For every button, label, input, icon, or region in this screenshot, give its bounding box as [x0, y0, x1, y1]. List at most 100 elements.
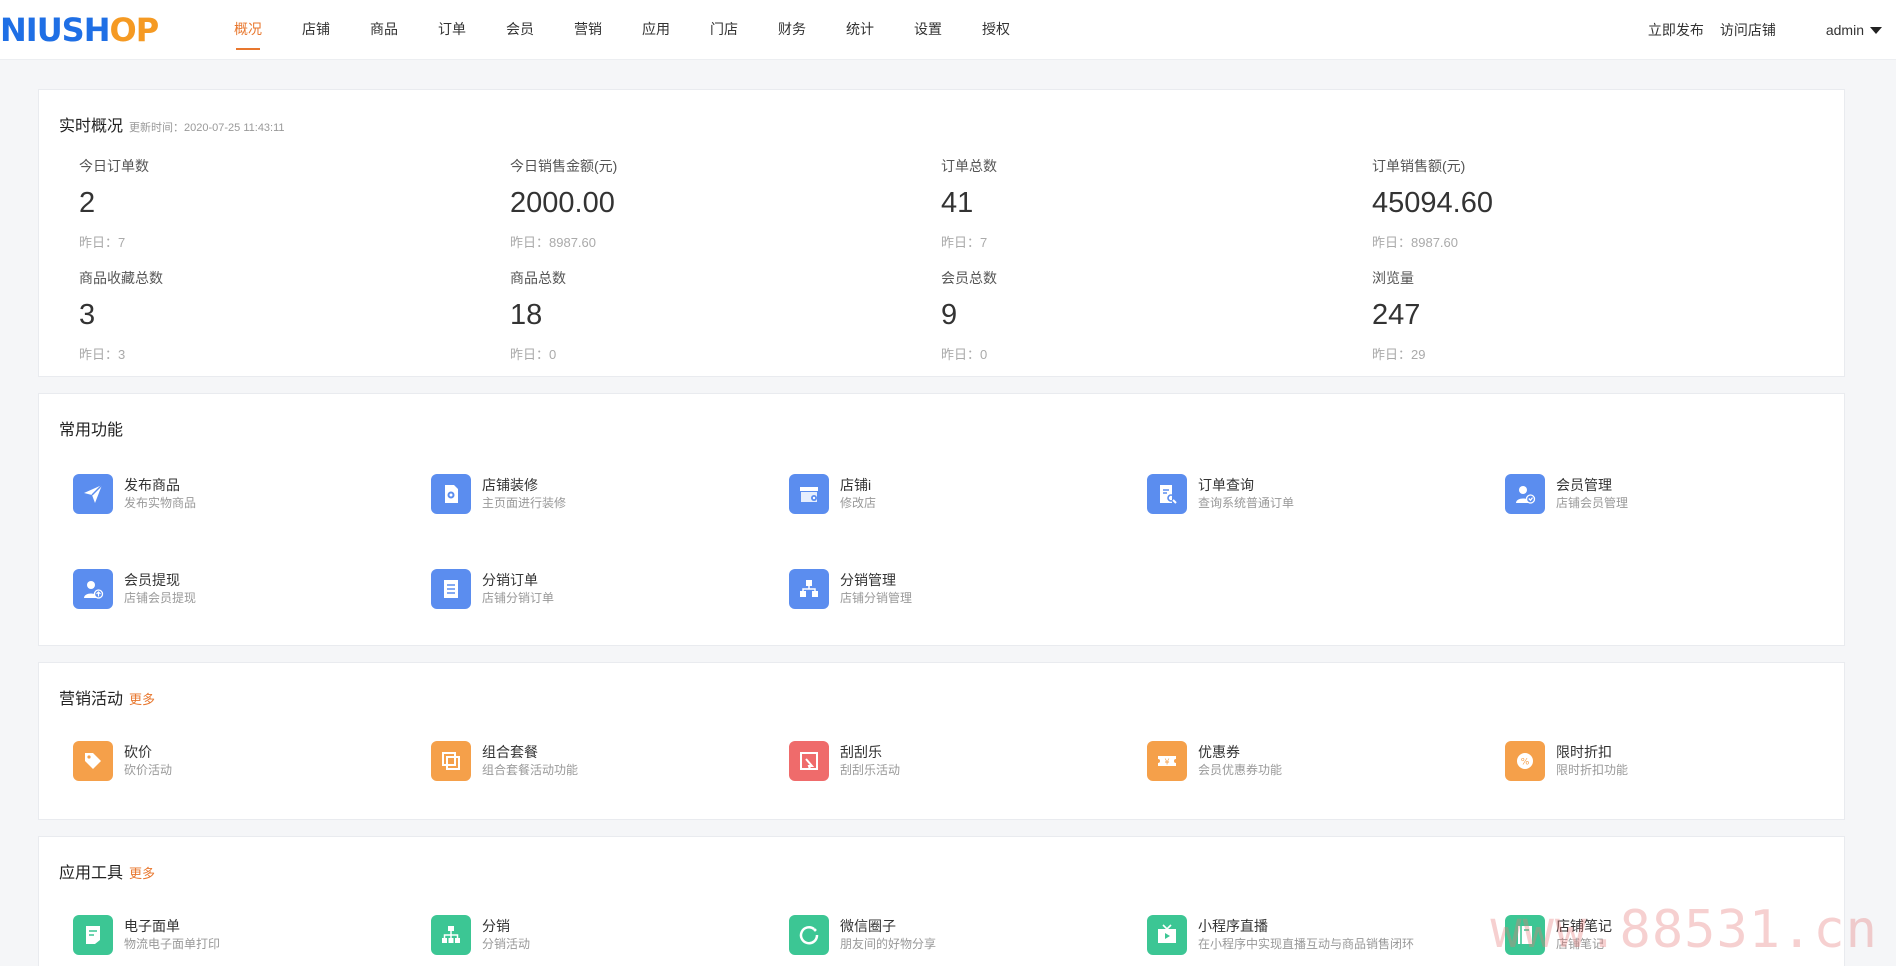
- app-tools-panel: 应用工具 更多 电子面单物流电子面单打印 分销 分销活动 微信圈子 朋友间的好物分享…: [38, 836, 1845, 966]
- panel-title-text: 常用功能: [59, 422, 124, 439]
- update-time-value: 2020-07-25 11:43:11: [184, 122, 285, 134]
- shop-decoration-item[interactable]: 店铺装修主页面进行装修: [431, 472, 731, 516]
- item-desc: 会员优惠券功能: [1198, 763, 1283, 777]
- caret-down-icon: [1870, 26, 1882, 34]
- item-desc: 店铺分销管理: [840, 591, 913, 605]
- stat-total-members: 会员总数 9 昨日：0: [941, 268, 1271, 363]
- stat-yesterday: 昨日：8987.60: [510, 235, 596, 250]
- stat-order-sales: 订单销售额(元) 45094.60 昨日：8987.60: [1372, 156, 1702, 251]
- item-desc: 砍价活动: [124, 763, 173, 777]
- stat-yesterday: 昨日：0: [941, 347, 988, 362]
- notebook-icon: [1505, 915, 1545, 955]
- nav-finance[interactable]: 财务: [758, 0, 826, 60]
- stat-yesterday: 昨日：3: [79, 347, 126, 362]
- live-tv-icon: [1147, 915, 1187, 955]
- waybill-item[interactable]: 电子面单物流电子面单打印: [73, 913, 373, 957]
- item-title: 店铺装修: [482, 477, 538, 493]
- discount-icon: %: [1505, 741, 1545, 781]
- panel-title-text: 应用工具: [59, 865, 124, 882]
- item-desc: 分销活动: [482, 937, 531, 951]
- mini-program-live-item[interactable]: 小程序直播 在小程序中实现直播互动与商品销售闭环: [1147, 913, 1447, 957]
- update-time-label: 更新时间：: [129, 122, 185, 134]
- shop-settings-item[interactable]: 店铺i 修改店: [789, 472, 1089, 516]
- circle-icon: [789, 915, 829, 955]
- stat-total-orders: 订单总数 41 昨日：7: [941, 156, 1271, 251]
- member-management-item[interactable]: 会员管理 店铺会员管理: [1505, 472, 1805, 516]
- user-menu[interactable]: admin: [1826, 22, 1882, 38]
- stat-yesterday: 昨日：29: [1372, 347, 1426, 362]
- distribution-icon: [789, 569, 829, 609]
- scratch-card-item[interactable]: 刮刮乐 刮刮乐活动: [789, 739, 1089, 783]
- order-search-icon: [1147, 474, 1187, 514]
- stat-today-orders: 今日订单数 2 昨日：7: [79, 156, 409, 251]
- panel-title-text: 营销活动: [59, 691, 124, 708]
- item-title: 限时折扣: [1556, 744, 1612, 760]
- item-title: 发布商品: [124, 477, 180, 493]
- distribution-app-item[interactable]: 分销 分销活动: [431, 913, 731, 957]
- marketing-title: 营销活动 更多: [59, 685, 155, 709]
- item-desc: 修改店: [840, 496, 877, 510]
- item-title: 组合套餐: [482, 744, 538, 760]
- stat-value: 247: [1372, 299, 1421, 331]
- wechat-circle-item[interactable]: 微信圈子 朋友间的好物分享: [789, 913, 1089, 957]
- stat-label: 商品收藏总数: [79, 270, 163, 286]
- stat-yesterday: 昨日：8987.60: [1372, 235, 1458, 250]
- nav-orders[interactable]: 订单: [418, 0, 486, 60]
- nav-authorization[interactable]: 授权: [962, 0, 1030, 60]
- coupon-icon: ¥: [1147, 741, 1187, 781]
- combo-package-item[interactable]: 组合套餐 组合套餐活动功能: [431, 739, 731, 783]
- item-desc: 在小程序中实现直播互动与商品销售闭环: [1198, 937, 1415, 951]
- stat-label: 今日订单数: [79, 158, 149, 174]
- publish-now-link[interactable]: 立即发布: [1648, 20, 1704, 40]
- common-functions-panel: 常用功能 发布商品发布实物商品 店铺装修主页面进行装修 店铺i 修改店 订单查询查…: [38, 393, 1845, 646]
- member-withdraw-item[interactable]: 会员提现 店铺会员提现: [73, 567, 373, 611]
- visit-shop-link[interactable]: 访问店铺: [1720, 20, 1776, 40]
- item-desc: 发布实物商品: [124, 496, 197, 510]
- publish-goods-item[interactable]: 发布商品发布实物商品: [73, 472, 373, 516]
- nav-overview[interactable]: 概况: [214, 0, 282, 60]
- item-desc: 查询系统普通订单: [1198, 496, 1295, 510]
- stat-yesterday: 昨日：0: [510, 347, 557, 362]
- item-desc: 物流电子面单打印: [124, 937, 221, 951]
- nav-shop[interactable]: 店铺: [282, 0, 350, 60]
- paper-plane-icon: [73, 474, 113, 514]
- nav-stores[interactable]: 门店: [690, 0, 758, 60]
- nav-goods[interactable]: 商品: [350, 0, 418, 60]
- nav-statistics[interactable]: 统计: [826, 0, 894, 60]
- stat-yesterday: 昨日：7: [79, 235, 126, 250]
- item-desc: 店铺笔记: [1556, 937, 1605, 951]
- item-title: 电子面单: [124, 918, 180, 934]
- waybill-icon: [73, 915, 113, 955]
- niushop-logo[interactable]: NIUSHOP: [0, 12, 159, 48]
- item-title: 分销管理: [840, 572, 896, 588]
- bargain-icon: [73, 741, 113, 781]
- svg-text:%: %: [1521, 758, 1530, 768]
- shop-settings-icon: [789, 474, 829, 514]
- stat-value: 2000.00: [510, 187, 615, 219]
- stat-value: 3: [79, 299, 96, 331]
- top-navbar: NIUSHOP 概况 店铺 商品 订单 会员 营销 应用 门店 财务 统计 设置…: [0, 0, 1896, 60]
- nav-members[interactable]: 会员: [486, 0, 554, 60]
- coupon-item[interactable]: ¥ 优惠券 会员优惠券功能: [1147, 739, 1447, 783]
- bargain-item[interactable]: 砍价 砍价活动: [73, 739, 373, 783]
- nav-apps[interactable]: 应用: [622, 0, 690, 60]
- order-query-item[interactable]: 订单查询 查询系统普通订单: [1147, 472, 1447, 516]
- item-desc: 店铺分销订单: [482, 591, 555, 605]
- shop-notes-item[interactable]: 店铺笔记 店铺笔记: [1505, 913, 1805, 957]
- member-icon: [1505, 474, 1545, 514]
- item-title: 会员管理: [1556, 477, 1612, 493]
- app-tools-more-link[interactable]: 更多: [129, 863, 155, 882]
- stat-value: 9: [941, 299, 958, 331]
- distribution-orders-item[interactable]: 分销订单 店铺分销订单: [431, 567, 731, 611]
- update-time: 更新时间：2020-07-25 11:43:11: [129, 119, 285, 135]
- list-icon: [431, 569, 471, 609]
- item-desc: 主页面进行装修: [482, 496, 567, 510]
- stat-favorites: 商品收藏总数 3 昨日：3: [79, 268, 409, 363]
- realtime-overview-panel: 实时概况 更新时间：2020-07-25 11:43:11 今日订单数 2 昨日…: [38, 89, 1845, 377]
- distribution-management-item[interactable]: 分销管理店铺分销管理: [789, 567, 1089, 611]
- marketing-more-link[interactable]: 更多: [129, 689, 155, 708]
- nav-marketing[interactable]: 营销: [554, 0, 622, 60]
- limited-discount-item[interactable]: % 限时折扣 限时折扣功能: [1505, 739, 1805, 783]
- member-withdraw-icon: [73, 569, 113, 609]
- nav-settings[interactable]: 设置: [894, 0, 962, 60]
